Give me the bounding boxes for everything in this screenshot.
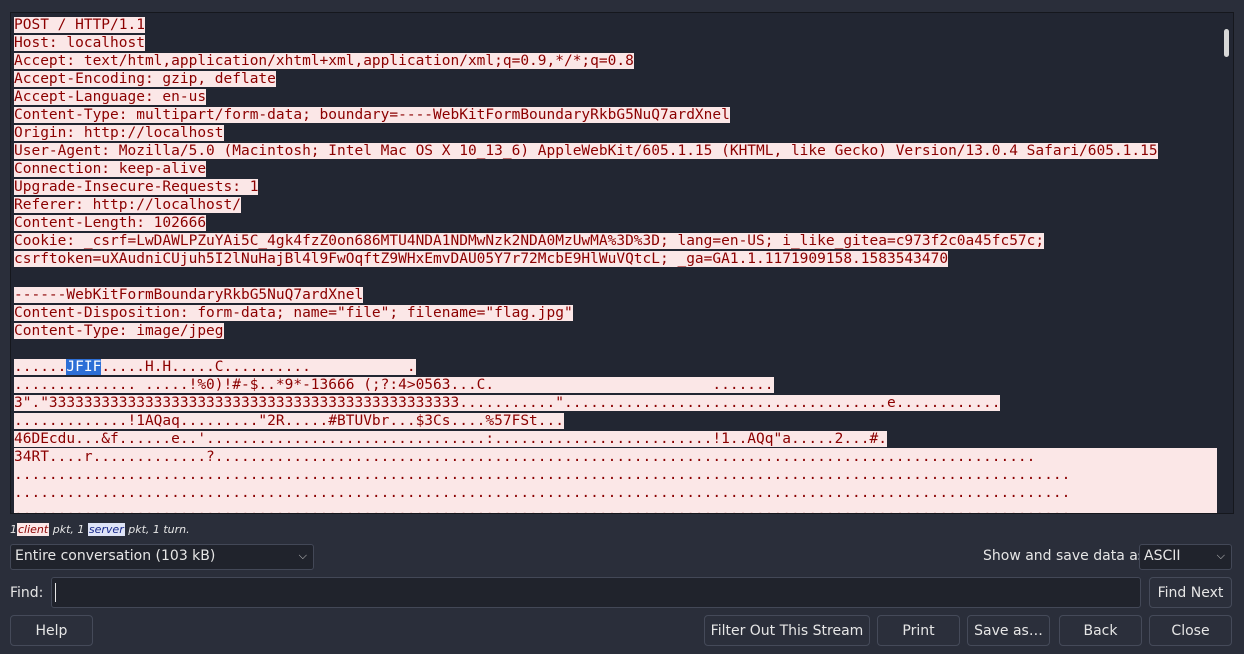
stream-line: .............!1AQaq........."2R.....#BTU… — [14, 413, 564, 429]
stream-line: 3"."333333333333333333333333333333333333… — [14, 395, 1001, 411]
stream-line: Accept-Encoding: gzip, deflate — [14, 71, 276, 87]
stream-line: Cookie: _csrf=LwDAWLPZuYAi5C_4gk4fzZ0on6… — [14, 233, 1045, 249]
stream-line: ------WebKitFormBoundaryRkbG5NuQ7ardXnel — [14, 287, 364, 303]
stream-content: POST / HTTP/1.1 Host: localhost Accept: … — [14, 16, 1217, 513]
stream-line: ......JFIF.....H.H.....C.......... . — [14, 359, 416, 375]
stream-line: ........................................… — [14, 484, 1217, 502]
stream-line-blank — [14, 268, 1217, 286]
stream-line: Content-Disposition: form-data; name="fi… — [14, 305, 573, 321]
find-input[interactable] — [51, 577, 1141, 608]
filter-out-stream-button[interactable]: Filter Out This Stream — [704, 615, 870, 646]
legend-tail: pkt, 1 turn. — [128, 523, 190, 536]
stream-line: Host: localhost — [14, 35, 145, 51]
stream-line: Upgrade-Insecure-Requests: 1 — [14, 179, 259, 195]
data-format-select[interactable]: ASCII ⌵ — [1139, 544, 1232, 570]
stream-line: Content-Type: image/jpeg — [14, 323, 224, 339]
scrollbar-thumb[interactable] — [1224, 29, 1229, 57]
stream-line: Accept: text/html,application/xhtml+xml,… — [14, 53, 634, 69]
stream-line: Accept-Language: en-us — [14, 89, 207, 105]
stream-line: User-Agent: Mozilla/5.0 (Macintosh; Inte… — [14, 143, 1158, 159]
legend-sep: pkt, 1 — [52, 523, 85, 536]
find-label: Find: — [10, 585, 44, 601]
packet-legend: 1client pkt, 1 server pkt, 1 turn. — [10, 523, 190, 536]
stream-line: Content-Length: 102666 — [14, 215, 207, 231]
stream-line: ........................................… — [14, 466, 1217, 484]
stream-line: Origin: http://localhost — [14, 125, 224, 141]
search-highlight: JFIF — [66, 359, 102, 375]
client-label: client — [17, 523, 50, 536]
stream-line-blank — [14, 340, 1217, 358]
stream-line: Referer: http://localhost/ — [14, 197, 241, 213]
stream-line: 46DEcdu...&f......e..'..................… — [14, 431, 887, 447]
conversation-select-value: Entire conversation (103 kB) — [15, 548, 216, 564]
show-save-label: Show and save data as — [983, 548, 1146, 564]
print-button[interactable]: Print — [877, 615, 960, 646]
server-label: server — [87, 523, 125, 536]
stream-line: Connection: keep-alive — [14, 161, 207, 177]
conversation-select[interactable]: Entire conversation (103 kB) ⌵ — [10, 544, 314, 570]
chevron-down-icon: ⌵ — [298, 549, 307, 562]
stream-line: POST / HTTP/1.1 — [14, 17, 145, 33]
stream-line: Content-Type: multipart/form-data; bound… — [14, 107, 730, 123]
stream-line: 34RT....r.............?.................… — [14, 448, 1217, 466]
text-caret — [55, 583, 56, 602]
find-next-button[interactable]: Find Next — [1149, 577, 1232, 608]
vertical-scrollbar[interactable] — [1219, 13, 1233, 513]
chevron-down-icon: ⌵ — [1216, 549, 1225, 562]
stream-text-area[interactable]: POST / HTTP/1.1 Host: localhost Accept: … — [10, 12, 1234, 514]
data-format-value: ASCII — [1144, 548, 1181, 564]
save-as-button[interactable]: Save as… — [967, 615, 1050, 646]
back-button[interactable]: Back — [1059, 615, 1142, 646]
legend-count: 1 — [10, 523, 17, 536]
stream-line: ........................................… — [14, 502, 1217, 513]
help-button[interactable]: Help — [10, 615, 93, 646]
stream-line: csrftoken=uXAudniCUjuh5I2lNuHajBl4l9FwOq… — [14, 251, 949, 267]
close-button[interactable]: Close — [1149, 615, 1232, 646]
stream-line: .............. .....!%0)!#-$..*9*-13666 … — [14, 377, 774, 393]
